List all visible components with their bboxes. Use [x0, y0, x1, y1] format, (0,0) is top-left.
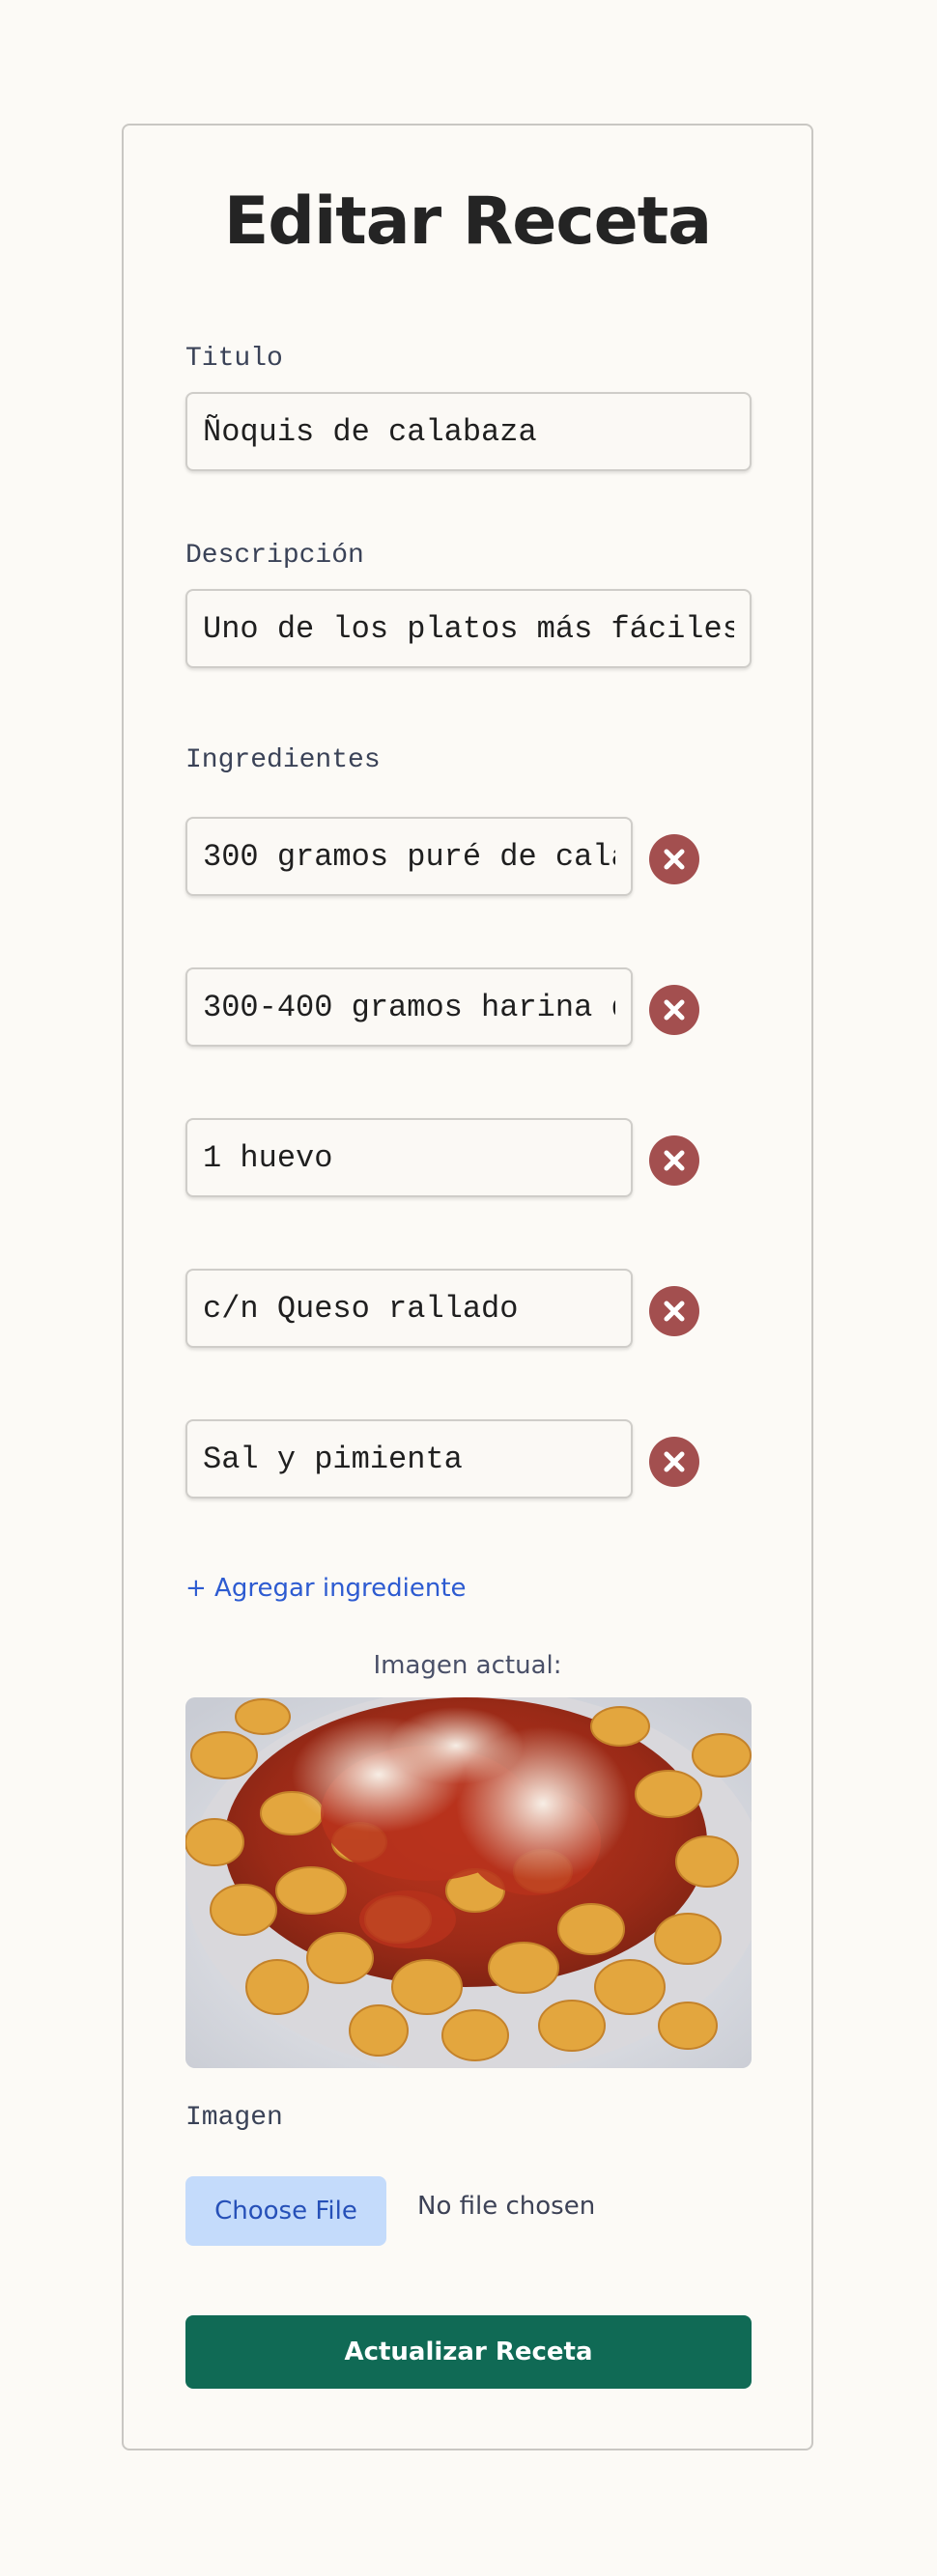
choose-file-button[interactable]: Choose File — [185, 2176, 386, 2246]
gnocchi-image — [185, 1697, 752, 2068]
add-ingredient-link[interactable]: + Agregar ingrediente — [185, 1574, 467, 1603]
remove-ingredient-button[interactable] — [649, 985, 699, 1035]
page-title: Editar Receta — [223, 183, 712, 260]
close-icon — [664, 1451, 685, 1472]
title-label: Titulo — [185, 344, 283, 374]
title-input[interactable] — [185, 392, 752, 471]
remove-ingredient-button[interactable] — [649, 1135, 699, 1186]
ingredient-input[interactable] — [185, 1419, 633, 1498]
ingredients-label: Ingredientes — [185, 745, 381, 775]
description-input[interactable] — [185, 589, 752, 668]
ingredient-input[interactable] — [185, 1269, 633, 1348]
ingredient-input[interactable] — [185, 817, 633, 896]
close-icon — [664, 1301, 685, 1322]
remove-ingredient-button[interactable] — [649, 834, 699, 884]
ingredient-input[interactable] — [185, 1118, 633, 1197]
update-recipe-button[interactable]: Actualizar Receta — [185, 2315, 752, 2389]
recipe-photo — [185, 1697, 752, 2068]
image-label: Imagen — [185, 2103, 283, 2133]
remove-ingredient-button[interactable] — [649, 1286, 699, 1336]
close-icon — [664, 1150, 685, 1171]
current-image-label: Imagen actual: — [373, 1651, 562, 1680]
no-file-chosen-text: No file chosen — [417, 2192, 596, 2221]
ingredient-input[interactable] — [185, 967, 633, 1047]
description-label: Descripción — [185, 541, 364, 571]
close-icon — [664, 849, 685, 870]
close-icon — [664, 999, 685, 1021]
remove-ingredient-button[interactable] — [649, 1437, 699, 1487]
